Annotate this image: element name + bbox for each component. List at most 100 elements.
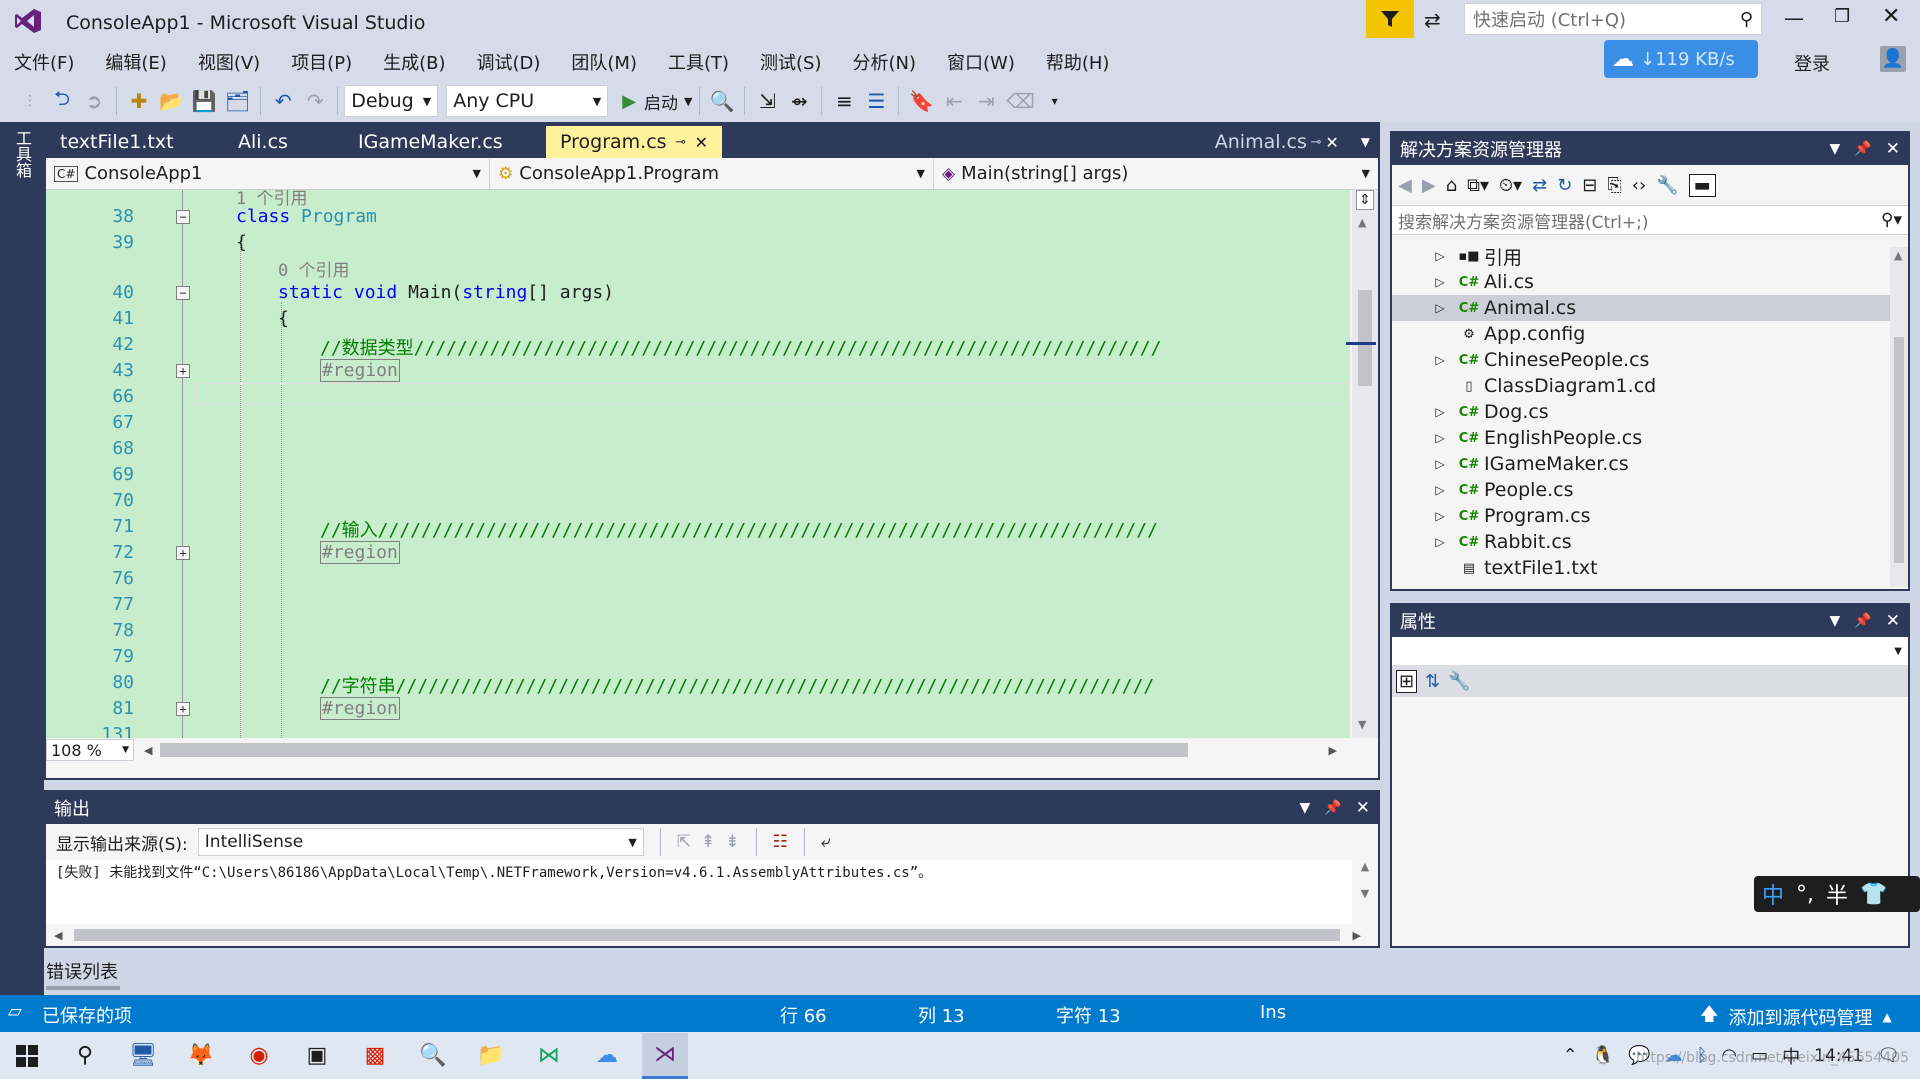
preview-selected-icon[interactable]: ▬ [1688,173,1716,197]
open-file-icon[interactable]: 📂 [159,85,184,117]
solution-tree-item[interactable]: ▷ C# IGameMaker.cs [1426,451,1908,477]
menu-project[interactable]: 项目(P) [291,49,352,75]
tab-igamemaker[interactable]: IGameMaker.cs [344,126,546,158]
menu-build[interactable]: 生成(B) [383,49,445,75]
output-horizontal-scrollbar[interactable]: ◀ ▶ [46,924,1378,946]
output-source-select[interactable]: IntelliSense ▼ [197,828,644,856]
forward-icon[interactable]: ▶ [1422,175,1436,196]
step-over-icon[interactable]: ⇴ [787,85,811,117]
solution-tree-item[interactable]: ▷ C# EnglishPeople.cs [1426,425,1908,451]
code-area[interactable]: 1 个引用 38 − class Program 39 { 0 个引用 40 −… [46,190,1350,738]
scroll-left-icon[interactable]: ◀ [144,744,152,757]
navigate-forward-icon[interactable]: ➲ [82,85,106,117]
prev-bookmark-icon[interactable]: ⇤ [942,85,966,117]
search-everything-icon[interactable]: 🔍 [410,1033,456,1079]
dropdown-icon[interactable]: ▼ [1300,800,1311,816]
class-dropdown[interactable]: ⚙ ConsoleApp1.Program ▼ [490,158,934,189]
switch-views-icon[interactable]: ⧉▾ [1467,175,1489,196]
scroll-left-icon[interactable]: ◀ [54,929,62,942]
file-explorer-icon[interactable]: 📁 [468,1033,514,1079]
toolbar-overflow-icon[interactable]: ▾ [1043,85,1067,117]
visual-studio-taskbar-icon[interactable]: ⋊ [642,1032,688,1079]
expand-arrow-icon[interactable]: ▷ [1426,353,1454,367]
bookmark-icon[interactable]: 🔖 [909,85,934,117]
windows-start-icon[interactable] [4,1033,50,1079]
scroll-down-icon[interactable]: ▼ [1352,887,1378,900]
expand-arrow-icon[interactable]: ▷ [1426,483,1454,497]
expand-icon[interactable]: + [176,702,190,716]
clear-all-icon[interactable]: ☷ [773,832,788,852]
menu-analyze[interactable]: 分析(N) [853,49,917,75]
task-view-icon[interactable]: 🖥 [120,1033,166,1079]
baidu-netdisk-speed[interactable]: ☁ ↓119 KB/s [1604,40,1758,78]
find-in-files-icon[interactable]: 🔍 [710,85,735,117]
back-icon[interactable]: ◀ [1398,175,1412,196]
solution-tree-item[interactable]: ▷ C# People.cs [1426,477,1908,503]
error-list-tab[interactable]: 错误列表 [46,958,120,990]
ime-indicator[interactable]: 中 °, 半 👕 [1754,876,1920,912]
close-button[interactable]: ✕ [1882,4,1900,29]
new-project-icon[interactable]: ✚ [127,85,151,117]
project-dropdown[interactable]: C# ConsoleApp1 ▼ [46,158,490,189]
firefox-icon[interactable]: 🦊 [178,1033,224,1079]
save-all-icon[interactable]: 🗂 [225,85,250,117]
dropdown-icon[interactable]: ▼ [1830,613,1841,629]
comment-lines-icon[interactable]: ≡ [832,85,856,117]
pending-changes-filter-icon[interactable]: ⏲▾ [1499,175,1522,196]
expand-icon[interactable]: + [176,546,190,560]
solution-tree-item[interactable]: ▷ C# Ali.cs [1426,269,1908,295]
qq-icon[interactable]: 🐧 [1592,1045,1614,1066]
output-vertical-scrollbar[interactable]: ▲ ▼ [1352,860,1378,924]
filter-icon[interactable] [1366,0,1414,38]
menu-window[interactable]: 窗口(W) [947,49,1015,75]
alphabetical-icon[interactable]: ⇅ [1425,671,1440,692]
step-into-icon[interactable]: ⇲ [755,85,779,117]
tab-textfile1[interactable]: textFile1.txt [46,126,224,158]
show-all-files-icon[interactable]: ⎘ [1607,175,1621,196]
reference-count[interactable]: 0 个引用 [278,256,349,281]
menu-tools[interactable]: 工具(T) [668,49,729,75]
expand-arrow-icon[interactable]: ▷ [1426,405,1454,419]
solution-tree-item[interactable]: ▷ C# ChinesePeople.cs [1426,347,1908,373]
quick-launch-box[interactable]: 快速启动 (Ctrl+Q) ⚲ [1464,3,1762,35]
xmind-icon[interactable]: ⋈ [526,1033,572,1079]
scroll-down-icon[interactable]: ▼ [1358,718,1366,731]
prev-message-icon[interactable]: ⇞ [701,832,715,852]
toolbox-tab[interactable]: 工具箱 [10,130,34,178]
close-icon[interactable]: ✕ [1886,139,1900,159]
output-message[interactable]: [失败] 未能找到文件“C:\Users\86186\AppData\Local… [46,860,1378,924]
expand-arrow-icon[interactable]: ▷ [1426,535,1454,549]
expand-arrow-icon[interactable]: ▷ [1426,431,1454,445]
solution-tree-item[interactable]: ▯ ClassDiagram1.cd [1426,373,1908,399]
menu-file[interactable]: 文件(F) [14,49,74,75]
menu-debug[interactable]: 调试(D) [477,49,541,75]
menu-team[interactable]: 团队(M) [571,49,637,75]
expand-arrow-icon[interactable]: ▷ [1426,249,1454,263]
baidu-netdisk-icon[interactable]: ☁ [584,1033,630,1079]
region-block[interactable]: #region [320,697,400,720]
expand-arrow-icon[interactable]: ▷ [1426,275,1454,289]
solution-tree-item[interactable]: ▷ ▪■ 引用 [1426,243,1908,269]
clear-bookmarks-icon[interactable]: ⌫ [1006,85,1034,117]
scroll-thumb[interactable] [1894,337,1904,563]
menu-help[interactable]: 帮助(H) [1046,49,1110,75]
zoom-select[interactable]: 108 % ▼ [46,739,134,761]
close-tab-icon[interactable]: ✕ [695,133,708,152]
close-tab-icon[interactable]: ✕ [1325,133,1338,152]
member-dropdown[interactable]: ◈ Main(string[] args) ▼ [934,159,1378,189]
uncomment-lines-icon[interactable]: ☰ [864,85,888,117]
account-avatar-icon[interactable]: 👤 [1880,46,1906,72]
solution-tree-item[interactable]: ▷ C# Animal.cs [1392,295,1908,321]
expand-arrow-icon[interactable]: ▷ [1426,301,1454,315]
menu-edit[interactable]: 编辑(E) [105,49,166,75]
properties-wrench-icon[interactable]: 🔧 [1656,175,1678,196]
solution-search-box[interactable]: 搜索解决方案资源管理器(Ctrl+;) ⚲▾ [1392,205,1908,235]
menu-view[interactable]: 视图(V) [198,49,260,75]
pin-icon[interactable]: ⊸ [1311,135,1322,150]
pin-icon[interactable]: ⊸ [675,135,686,150]
add-to-source-control-button[interactable]: 🡅 添加到源代码管理 ▲ [1700,1002,1892,1032]
tab-ali[interactable]: Ali.cs [224,126,344,158]
scroll-up-icon[interactable]: ▲ [1358,216,1366,229]
solution-tree-item[interactable]: ⚙ App.config [1426,321,1908,347]
solution-configuration-select[interactable]: Debug ▼ [344,85,439,117]
